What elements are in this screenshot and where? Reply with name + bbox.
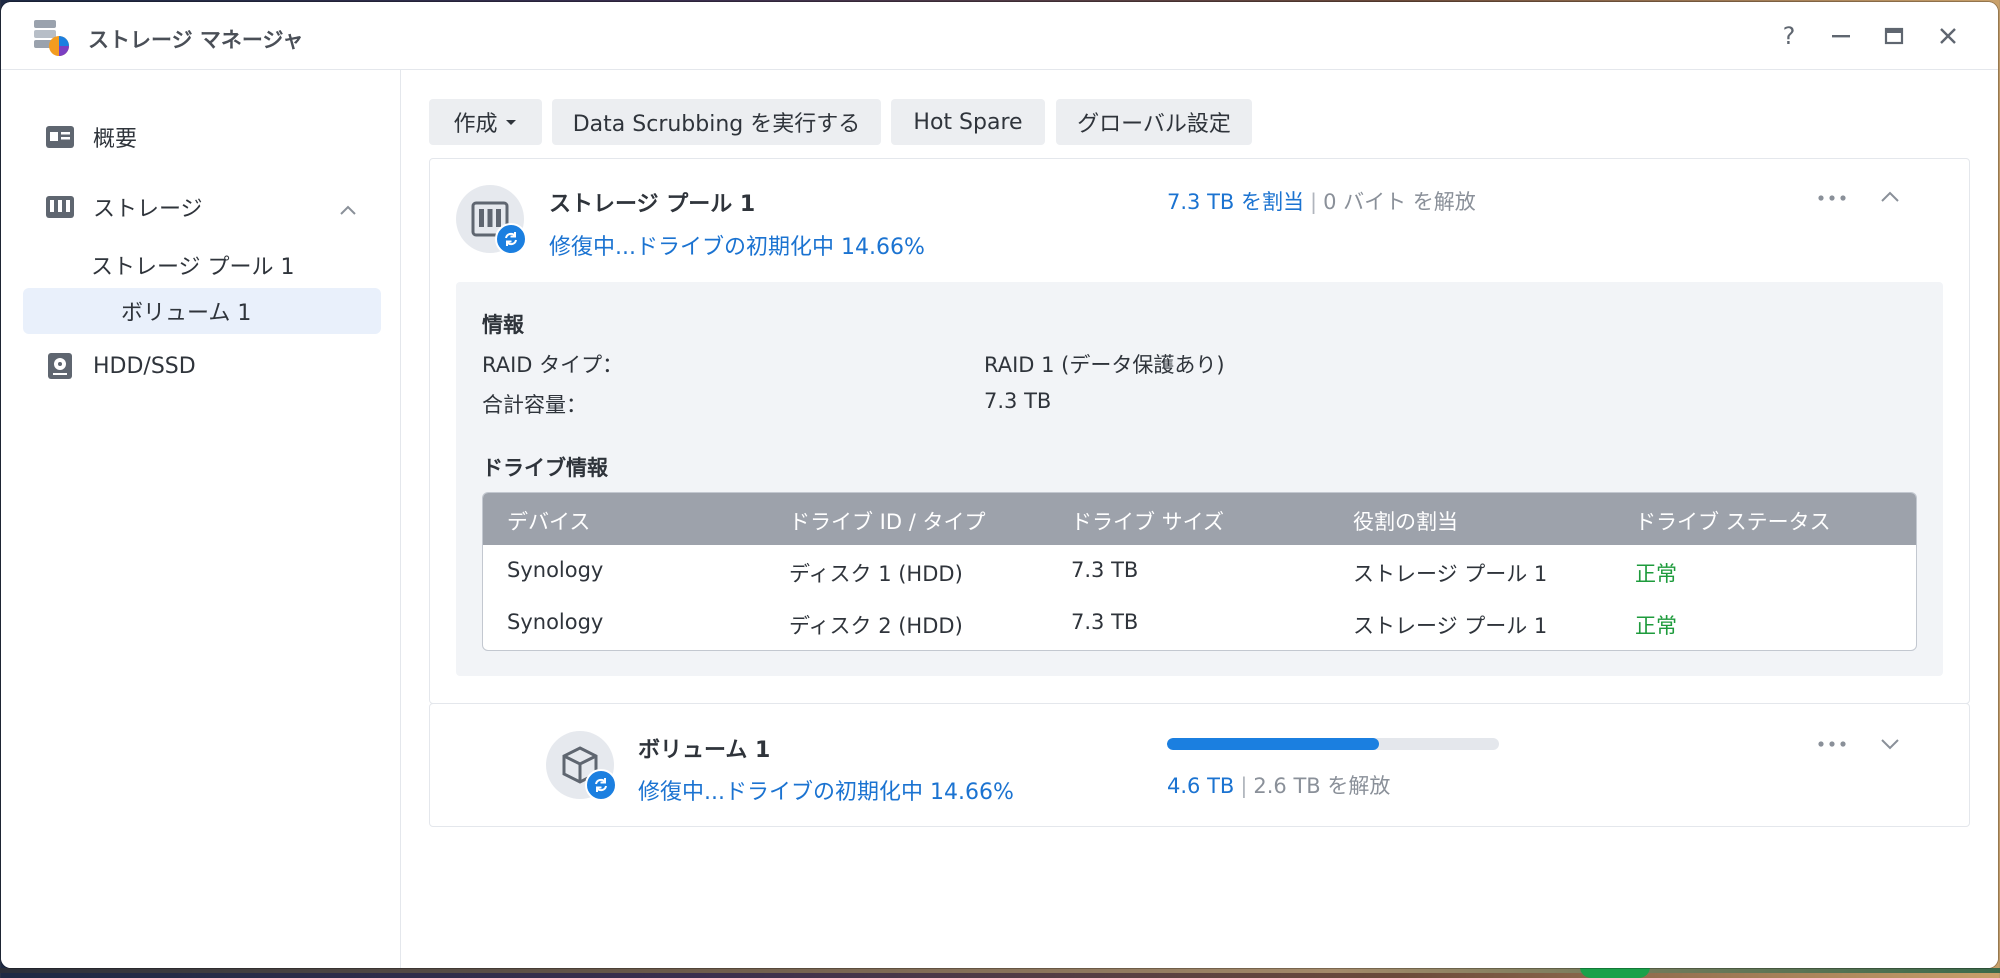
chevron-up-icon[interactable] (339, 198, 357, 223)
cell-drive-id: ディスク 1 (HDD) (789, 562, 963, 586)
column-header-drive-id[interactable]: ドライブ ID / タイプ (789, 506, 985, 536)
cell-drive-id: ディスク 2 (HDD) (789, 614, 963, 638)
cell-role: ストレージ プール 1 (1353, 562, 1548, 586)
raid-type-value: RAID 1 (データ保護あり) (984, 353, 1225, 377)
used-capacity: 4.6 TB (1167, 774, 1235, 798)
info-section-title: 情報 (482, 313, 524, 337)
cell-drive-size: 7.3 TB (1071, 610, 1139, 634)
storage-manager-app-icon (31, 18, 71, 58)
maximize-icon (1884, 27, 1904, 45)
expand-chevron-down-icon[interactable] (1879, 734, 1901, 754)
sidebar-item-hdd-ssd[interactable]: HDD/SSD (23, 343, 381, 389)
sidebar-item-label: ストレージ プール 1 (91, 255, 295, 280)
cell-role: ストレージ プール 1 (1353, 614, 1548, 638)
volume-capacity: 4.6 TB | 2.6 TB を解放 (1167, 770, 1390, 800)
cell-drive-size: 7.3 TB (1071, 558, 1139, 582)
sync-icon (585, 769, 617, 801)
free-capacity: 2.6 TB を解放 (1253, 774, 1391, 798)
volume-title: ボリューム 1 (638, 738, 771, 763)
sidebar: 概要 ストレージ ストレージ プール 1 ボリューム 1 HDD/SSD (1, 70, 401, 968)
maximize-button[interactable] (1878, 20, 1910, 52)
minimize-icon (1832, 35, 1850, 38)
title-bar[interactable]: ストレージ マネージャ ? (1, 2, 1998, 70)
main-content: 作成 Data Scrubbing を実行する Hot Spare グローバル設… (401, 70, 1998, 968)
create-dropdown-button[interactable]: 作成 (429, 99, 542, 145)
more-options-icon[interactable] (1815, 734, 1849, 754)
sidebar-item-label: ボリューム 1 (121, 301, 252, 326)
desktop-background (0, 968, 2000, 973)
app-title: ストレージ マネージャ (88, 28, 304, 52)
column-header-drive-status[interactable]: ドライブ ステータス (1635, 506, 1831, 536)
cell-drive-status: 正常 (1635, 614, 1677, 638)
hdd-icon (45, 351, 75, 381)
sidebar-item-label: 概要 (93, 127, 138, 152)
sidebar-item-storage[interactable]: ストレージ (23, 184, 381, 230)
table-header: デバイス ドライブ ID / タイプ ドライブ サイズ 役割の割当 ドライブ ス… (483, 493, 1916, 545)
sync-icon (495, 223, 527, 255)
overview-icon (45, 122, 75, 152)
volume-usage-bar (1167, 738, 1499, 750)
storage-manager-window: ストレージ マネージャ ? 概要 ストレージ ストレージ プール 1 ボリューム… (1, 2, 1998, 968)
column-header-role[interactable]: 役割の割当 (1353, 506, 1458, 536)
free-capacity: 0 バイト を解放 (1323, 190, 1476, 214)
help-button[interactable]: ? (1773, 20, 1805, 52)
storage-pool-capacity: 7.3 TB を割当 | 0 バイト を解放 (1167, 186, 1476, 216)
drive-table: デバイス ドライブ ID / タイプ ドライブ サイズ 役割の割当 ドライブ ス… (482, 492, 1917, 651)
table-row[interactable]: Synology ディスク 1 (HDD) 7.3 TB ストレージ プール 1… (483, 545, 1916, 597)
global-settings-button[interactable]: グローバル設定 (1056, 99, 1252, 145)
storage-pool-card: ストレージ プール 1 修復中...ドライブの初期化中 14.66% 7.3 T… (429, 158, 1970, 704)
table-row[interactable]: Synology ディスク 2 (HDD) 7.3 TB ストレージ プール 1… (483, 597, 1916, 649)
data-scrubbing-button[interactable]: Data Scrubbing を実行する (552, 99, 881, 145)
storage-pool-status: 修復中...ドライブの初期化中 14.66% (549, 235, 925, 260)
sidebar-item-overview[interactable]: 概要 (23, 114, 381, 160)
sidebar-item-label: HDD/SSD (93, 353, 196, 379)
sidebar-item-volume-1[interactable]: ボリューム 1 (23, 288, 381, 334)
drive-info-section-title: ドライブ情報 (482, 456, 608, 480)
create-button-label: 作成 (453, 112, 498, 137)
hot-spare-label: Hot Spare (913, 109, 1023, 135)
column-header-drive-size[interactable]: ドライブ サイズ (1071, 506, 1224, 536)
global-settings-label: グローバル設定 (1077, 112, 1231, 137)
cell-drive-status: 正常 (1635, 562, 1677, 586)
cell-device: Synology (507, 558, 604, 582)
caret-down-icon (505, 120, 516, 125)
total-capacity-value: 7.3 TB (984, 389, 1052, 413)
close-button[interactable] (1932, 20, 1964, 52)
help-icon: ? (1782, 22, 1796, 50)
total-capacity-label: 合計容量： (482, 393, 587, 417)
volume-usage-fill (1167, 738, 1380, 750)
data-scrubbing-label: Data Scrubbing を実行する (572, 112, 861, 137)
close-icon (1940, 28, 1956, 44)
column-header-device[interactable]: デバイス (507, 506, 590, 536)
sidebar-item-storage-pool-1[interactable]: ストレージ プール 1 (23, 242, 381, 288)
volume-card[interactable]: ボリューム 1 修復中...ドライブの初期化中 14.66% 4.6 TB | 2.… (429, 703, 1970, 827)
allocated-capacity: 7.3 TB を割当 (1167, 190, 1304, 214)
more-options-icon[interactable] (1815, 188, 1849, 208)
raid-type-label: RAID タイプ： (482, 353, 624, 377)
storage-pool-title: ストレージ プール 1 (549, 192, 756, 217)
hot-spare-button[interactable]: Hot Spare (891, 99, 1045, 145)
collapse-chevron-up-icon[interactable] (1879, 187, 1901, 207)
volume-status: 修復中...ドライブの初期化中 14.66% (638, 780, 1014, 805)
capacity-separator: | (1309, 190, 1318, 214)
capacity-separator: | (1240, 774, 1248, 798)
storage-icon (45, 192, 75, 222)
minimize-button[interactable] (1825, 20, 1857, 52)
cell-device: Synology (507, 610, 604, 634)
pool-info-panel: 情報 RAID タイプ： RAID 1 (データ保護あり) 合計容量： 7.3 … (456, 282, 1943, 676)
sidebar-item-label: ストレージ (93, 197, 203, 222)
